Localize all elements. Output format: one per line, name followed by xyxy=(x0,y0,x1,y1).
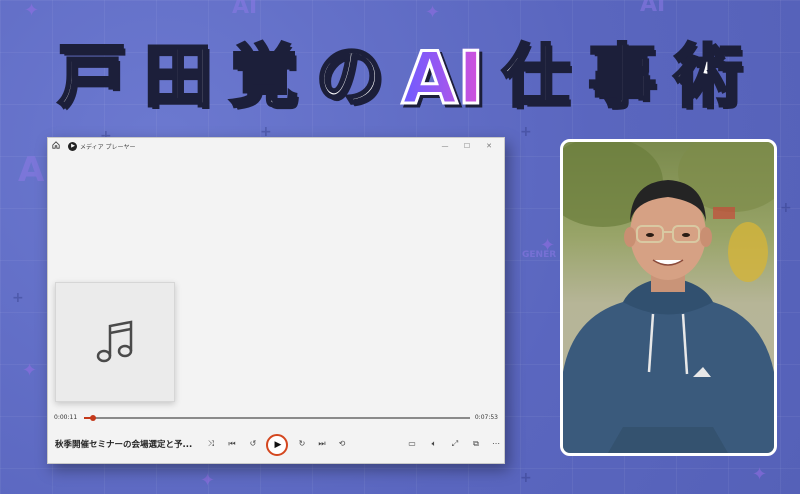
headline-char: の xyxy=(314,38,385,117)
media-player-window: ▶ メディア プレーヤー — ☐ ✕ 0:00:11 0:07:53 秋季開催セ… xyxy=(47,137,505,464)
title-bar: ▶ メディア プレーヤー — ☐ ✕ xyxy=(48,138,504,154)
headline-char: 事 xyxy=(587,38,658,117)
headline-char: 術 xyxy=(673,38,744,117)
bg-ai-mark: AI xyxy=(232,0,258,19)
sparkle-icon: ✦ xyxy=(22,360,38,381)
total-time: 0:07:53 xyxy=(474,414,498,421)
window-controls: — ☐ ✕ xyxy=(434,138,500,154)
close-button[interactable]: ✕ xyxy=(478,142,500,150)
rewind-10-icon[interactable]: ↺ xyxy=(247,439,259,448)
seek-thumb[interactable] xyxy=(89,415,96,421)
bg-ai-mark: AI xyxy=(640,0,666,17)
sparkle-icon: ✦ xyxy=(24,0,40,21)
sparkle-icon: ✦ xyxy=(425,2,441,23)
sparkle-icon: ✦ xyxy=(200,470,216,491)
volume-icon[interactable]: 🔈︎ xyxy=(428,439,440,449)
portrait-illustration xyxy=(563,142,774,453)
app-logo-icon: ▶ xyxy=(68,141,77,151)
miniplayer-icon[interactable]: ▭ xyxy=(406,439,418,448)
seek-bar[interactable] xyxy=(84,415,470,421)
plus-icon: + xyxy=(780,200,792,216)
headline-ai: AI xyxy=(400,36,485,120)
headline-char: 仕 xyxy=(501,38,572,117)
plus-icon: + xyxy=(520,470,532,486)
track-title[interactable]: 秋季開催セミナーの会場選定と予... xyxy=(55,438,192,450)
headline-char: 田 xyxy=(142,38,213,117)
previous-icon[interactable]: ⏮ xyxy=(226,439,238,449)
album-art xyxy=(55,282,175,402)
headline: 戸 田 覚 の AI 仕 事 術 xyxy=(0,28,800,128)
play-button[interactable]: ▶ xyxy=(266,434,288,456)
window-title: メディア プレーヤー xyxy=(80,143,136,151)
plus-icon: + xyxy=(12,290,24,306)
more-icon[interactable]: ⋯ xyxy=(490,439,502,448)
next-icon[interactable]: ⏭ xyxy=(316,439,328,449)
shuffle-icon[interactable]: ⤨ xyxy=(205,439,217,449)
play-icon: ▶ xyxy=(274,440,282,450)
repeat-icon[interactable]: ⟲ xyxy=(336,439,348,448)
music-note-icon xyxy=(96,320,133,363)
headline-char: 覚 xyxy=(228,38,299,117)
portrait-photo xyxy=(560,139,777,456)
forward-30-icon[interactable]: ↻ xyxy=(296,439,308,448)
cast-icon[interactable]: ⧉ xyxy=(470,439,482,449)
sparkle-icon: ✦ xyxy=(540,235,556,256)
current-time: 0:00:11 xyxy=(54,414,78,421)
home-icon[interactable] xyxy=(48,140,64,152)
sparkle-icon: ✦ xyxy=(752,464,768,485)
headline-char: 戸 xyxy=(56,38,127,117)
minimize-button[interactable]: — xyxy=(434,142,456,150)
maximize-button[interactable]: ☐ xyxy=(456,142,478,150)
fullscreen-icon[interactable]: ⤢ xyxy=(449,439,461,449)
